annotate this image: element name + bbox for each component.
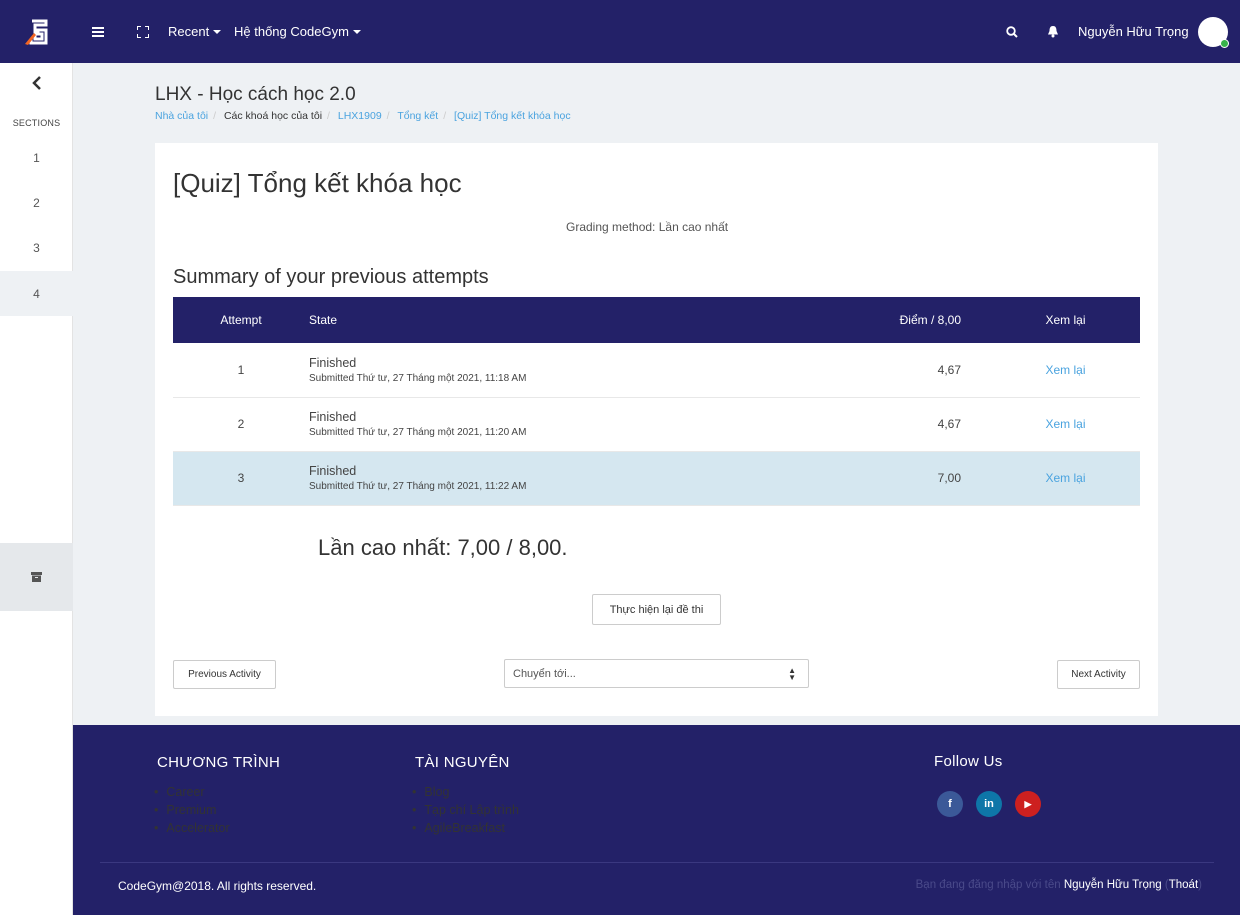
quiz-title: [Quiz] Tổng kết khóa học <box>173 168 462 198</box>
footer-link-label: Premium <box>166 803 217 817</box>
hamburger-menu-icon[interactable] <box>92 0 104 63</box>
copyright-text: CodeGym@2018. All rights reserved. <box>118 879 317 893</box>
attempt-number: 1 <box>173 343 309 398</box>
state-label: Finished <box>309 355 357 370</box>
fullscreen-icon[interactable] <box>137 0 149 63</box>
grading-method: Grading method: Lần cao nhất <box>566 220 729 234</box>
attempt-number: 2 <box>173 397 309 452</box>
jump-to-select[interactable]: Chuyển tới... ▲ ▼ <box>504 659 809 688</box>
online-status-dot <box>1220 39 1229 48</box>
recent-menu[interactable]: Recent <box>168 0 222 63</box>
recent-menu-label: Recent <box>168 24 210 39</box>
attempt-state: Finished Submitted Thứ tư, 27 Tháng một … <box>309 451 839 506</box>
attempt-number: 3 <box>173 451 309 506</box>
footer-link-label: Blog <box>424 785 450 799</box>
system-menu-label: Hệ thống CodeGym <box>234 24 349 39</box>
breadcrumb-quiz[interactable]: [Quiz] Tổng kết khóa học <box>454 110 571 122</box>
state-label: Finished <box>309 410 357 424</box>
codegym-logo[interactable] <box>0 0 73 63</box>
sections-title: SECTIONS <box>12 118 61 128</box>
chevron-down-icon <box>352 29 361 34</box>
table-header-row: Attempt State Điểm / 8,00 Xem lại <box>173 297 1140 343</box>
breadcrumb-home[interactable]: Nhà của tôi <box>155 110 208 122</box>
previous-activity-button[interactable]: Previous Activity <box>173 660 276 689</box>
footer-link-magazine[interactable]: Tạp chí Lập trình <box>410 803 519 821</box>
logout-link[interactable]: Thoát <box>1169 879 1198 891</box>
select-arrows-icon: ▲ ▼ <box>788 666 796 682</box>
table-row: 3 Finished Submitted Thứ tư, 27 Tháng mộ… <box>173 451 1140 506</box>
logged-in-prefix: Bạn đang đăng nhập với tên <box>915 879 1064 891</box>
table-row: 1 Finished Submitted Thứ tư, 27 Tháng mộ… <box>173 343 1140 398</box>
system-menu[interactable]: Hệ thống CodeGym <box>234 0 361 63</box>
footer-link-label: Tạp chí Lập trình <box>424 803 519 817</box>
submitted-time: Submitted Thứ tư, 27 Tháng một 2021, 11:… <box>309 427 527 438</box>
user-name: Nguyễn Hữu Trọng <box>1078 24 1189 39</box>
review-link[interactable]: Xem lại <box>1045 471 1085 485</box>
review-link[interactable]: Xem lại <box>1045 363 1085 377</box>
column-review: Xem lại <box>999 297 1140 343</box>
footer-program-list: Career Premium Accelerator <box>152 785 230 839</box>
review-cell: Xem lại <box>999 397 1140 452</box>
sections-drawer: SECTIONS 1 2 3 4 <box>0 63 73 915</box>
footer-link-agilebreakfast[interactable]: AgileBreakfast <box>410 821 519 839</box>
attempt-state: Finished Submitted Thứ tư, 27 Tháng một … <box>309 343 839 398</box>
footer-link-label: Career <box>166 785 205 799</box>
attempts-table: Attempt State Điểm / 8,00 Xem lại 1 Fini… <box>173 297 1140 506</box>
footer-link-accelerator[interactable]: Accelerator <box>152 821 230 839</box>
footer-program-heading: CHƯƠNG TRÌNH <box>157 754 281 771</box>
linkedin-icon[interactable]: in <box>976 791 1002 817</box>
attempt-grade: 7,00 <box>839 451 999 506</box>
submitted-time: Submitted Thứ tư, 27 Tháng một 2021, 11:… <box>309 481 527 492</box>
course-title: LHX - Học cách học 2.0 <box>155 84 356 105</box>
review-cell: Xem lại <box>999 451 1140 506</box>
youtube-icon[interactable]: ▶ <box>1015 791 1041 817</box>
review-link[interactable]: Xem lại <box>1045 417 1085 431</box>
logged-in-info: Bạn đang đăng nhập với tên Nguyễn Hữu Tr… <box>915 879 1202 891</box>
footer-divider <box>100 862 1214 863</box>
attempt-state: Finished Submitted Thứ tư, 27 Tháng một … <box>309 397 839 452</box>
footer-link-blog[interactable]: Blog <box>410 785 519 803</box>
search-icon[interactable] <box>1006 0 1018 63</box>
breadcrumb-course[interactable]: LHX1909 <box>338 110 382 122</box>
next-activity-button[interactable]: Next Activity <box>1057 660 1140 689</box>
breadcrumb-section[interactable]: Tổng kết <box>397 110 438 122</box>
section-item-3[interactable]: 3 <box>0 225 73 270</box>
breadcrumb: Nhà của tôi / Các khoá học của tôi / LHX19… <box>155 110 571 122</box>
footer-link-premium[interactable]: Premium <box>152 803 230 821</box>
top-navbar: Recent Hệ thống CodeGym Nguyễn Hữu Trọng <box>0 0 1240 63</box>
user-menu[interactable]: Nguyễn Hữu Trọng <box>1078 0 1189 63</box>
breadcrumb-my-courses: Các khoá học của tôi <box>223 110 323 122</box>
footer-resources-list: Blog Tạp chí Lập trình AgileBreakfast <box>410 785 519 839</box>
footer-link-label: AgileBreakfast <box>424 821 505 835</box>
footer-link-career[interactable]: Career <box>152 785 230 803</box>
retake-quiz-button[interactable]: Thực hiện lại đề thi <box>592 594 721 625</box>
attempt-grade: 4,67 <box>839 343 999 398</box>
review-cell: Xem lại <box>999 343 1140 398</box>
table-row: 2 Finished Submitted Thứ tư, 27 Tháng mộ… <box>173 397 1140 452</box>
column-attempt: Attempt <box>173 297 309 343</box>
chevron-left-icon[interactable] <box>0 73 73 96</box>
avatar[interactable] <box>1198 17 1229 48</box>
follow-us-heading: Follow Us <box>934 753 1003 770</box>
archive-icon[interactable] <box>0 543 73 611</box>
column-grade: Điểm / 8,00 <box>839 297 999 343</box>
facebook-icon[interactable]: f <box>937 791 963 817</box>
section-item-1[interactable]: 1 <box>0 135 73 180</box>
jump-to-value: Chuyển tới... <box>513 667 576 680</box>
column-state: State <box>309 297 839 343</box>
bell-icon[interactable] <box>1047 0 1059 63</box>
footer-link-label: Accelerator <box>166 821 230 835</box>
attempt-grade: 4,67 <box>839 397 999 452</box>
logged-in-user-link[interactable]: Nguyễn Hữu Trọng <box>1064 879 1162 891</box>
section-item-4[interactable]: 4 <box>0 271 73 316</box>
state-label: Finished <box>309 464 357 478</box>
submitted-time: Submitted Thứ tư, 27 Tháng một 2021, 11:… <box>309 372 527 384</box>
chevron-down-icon <box>213 29 222 34</box>
highest-grade: Lần cao nhất: 7,00 / 8,00. <box>318 535 568 560</box>
footer-resources-heading: TÀI NGUYÊN <box>415 754 510 771</box>
section-item-2[interactable]: 2 <box>0 180 73 225</box>
summary-heading: Summary of your previous attempts <box>173 266 489 288</box>
